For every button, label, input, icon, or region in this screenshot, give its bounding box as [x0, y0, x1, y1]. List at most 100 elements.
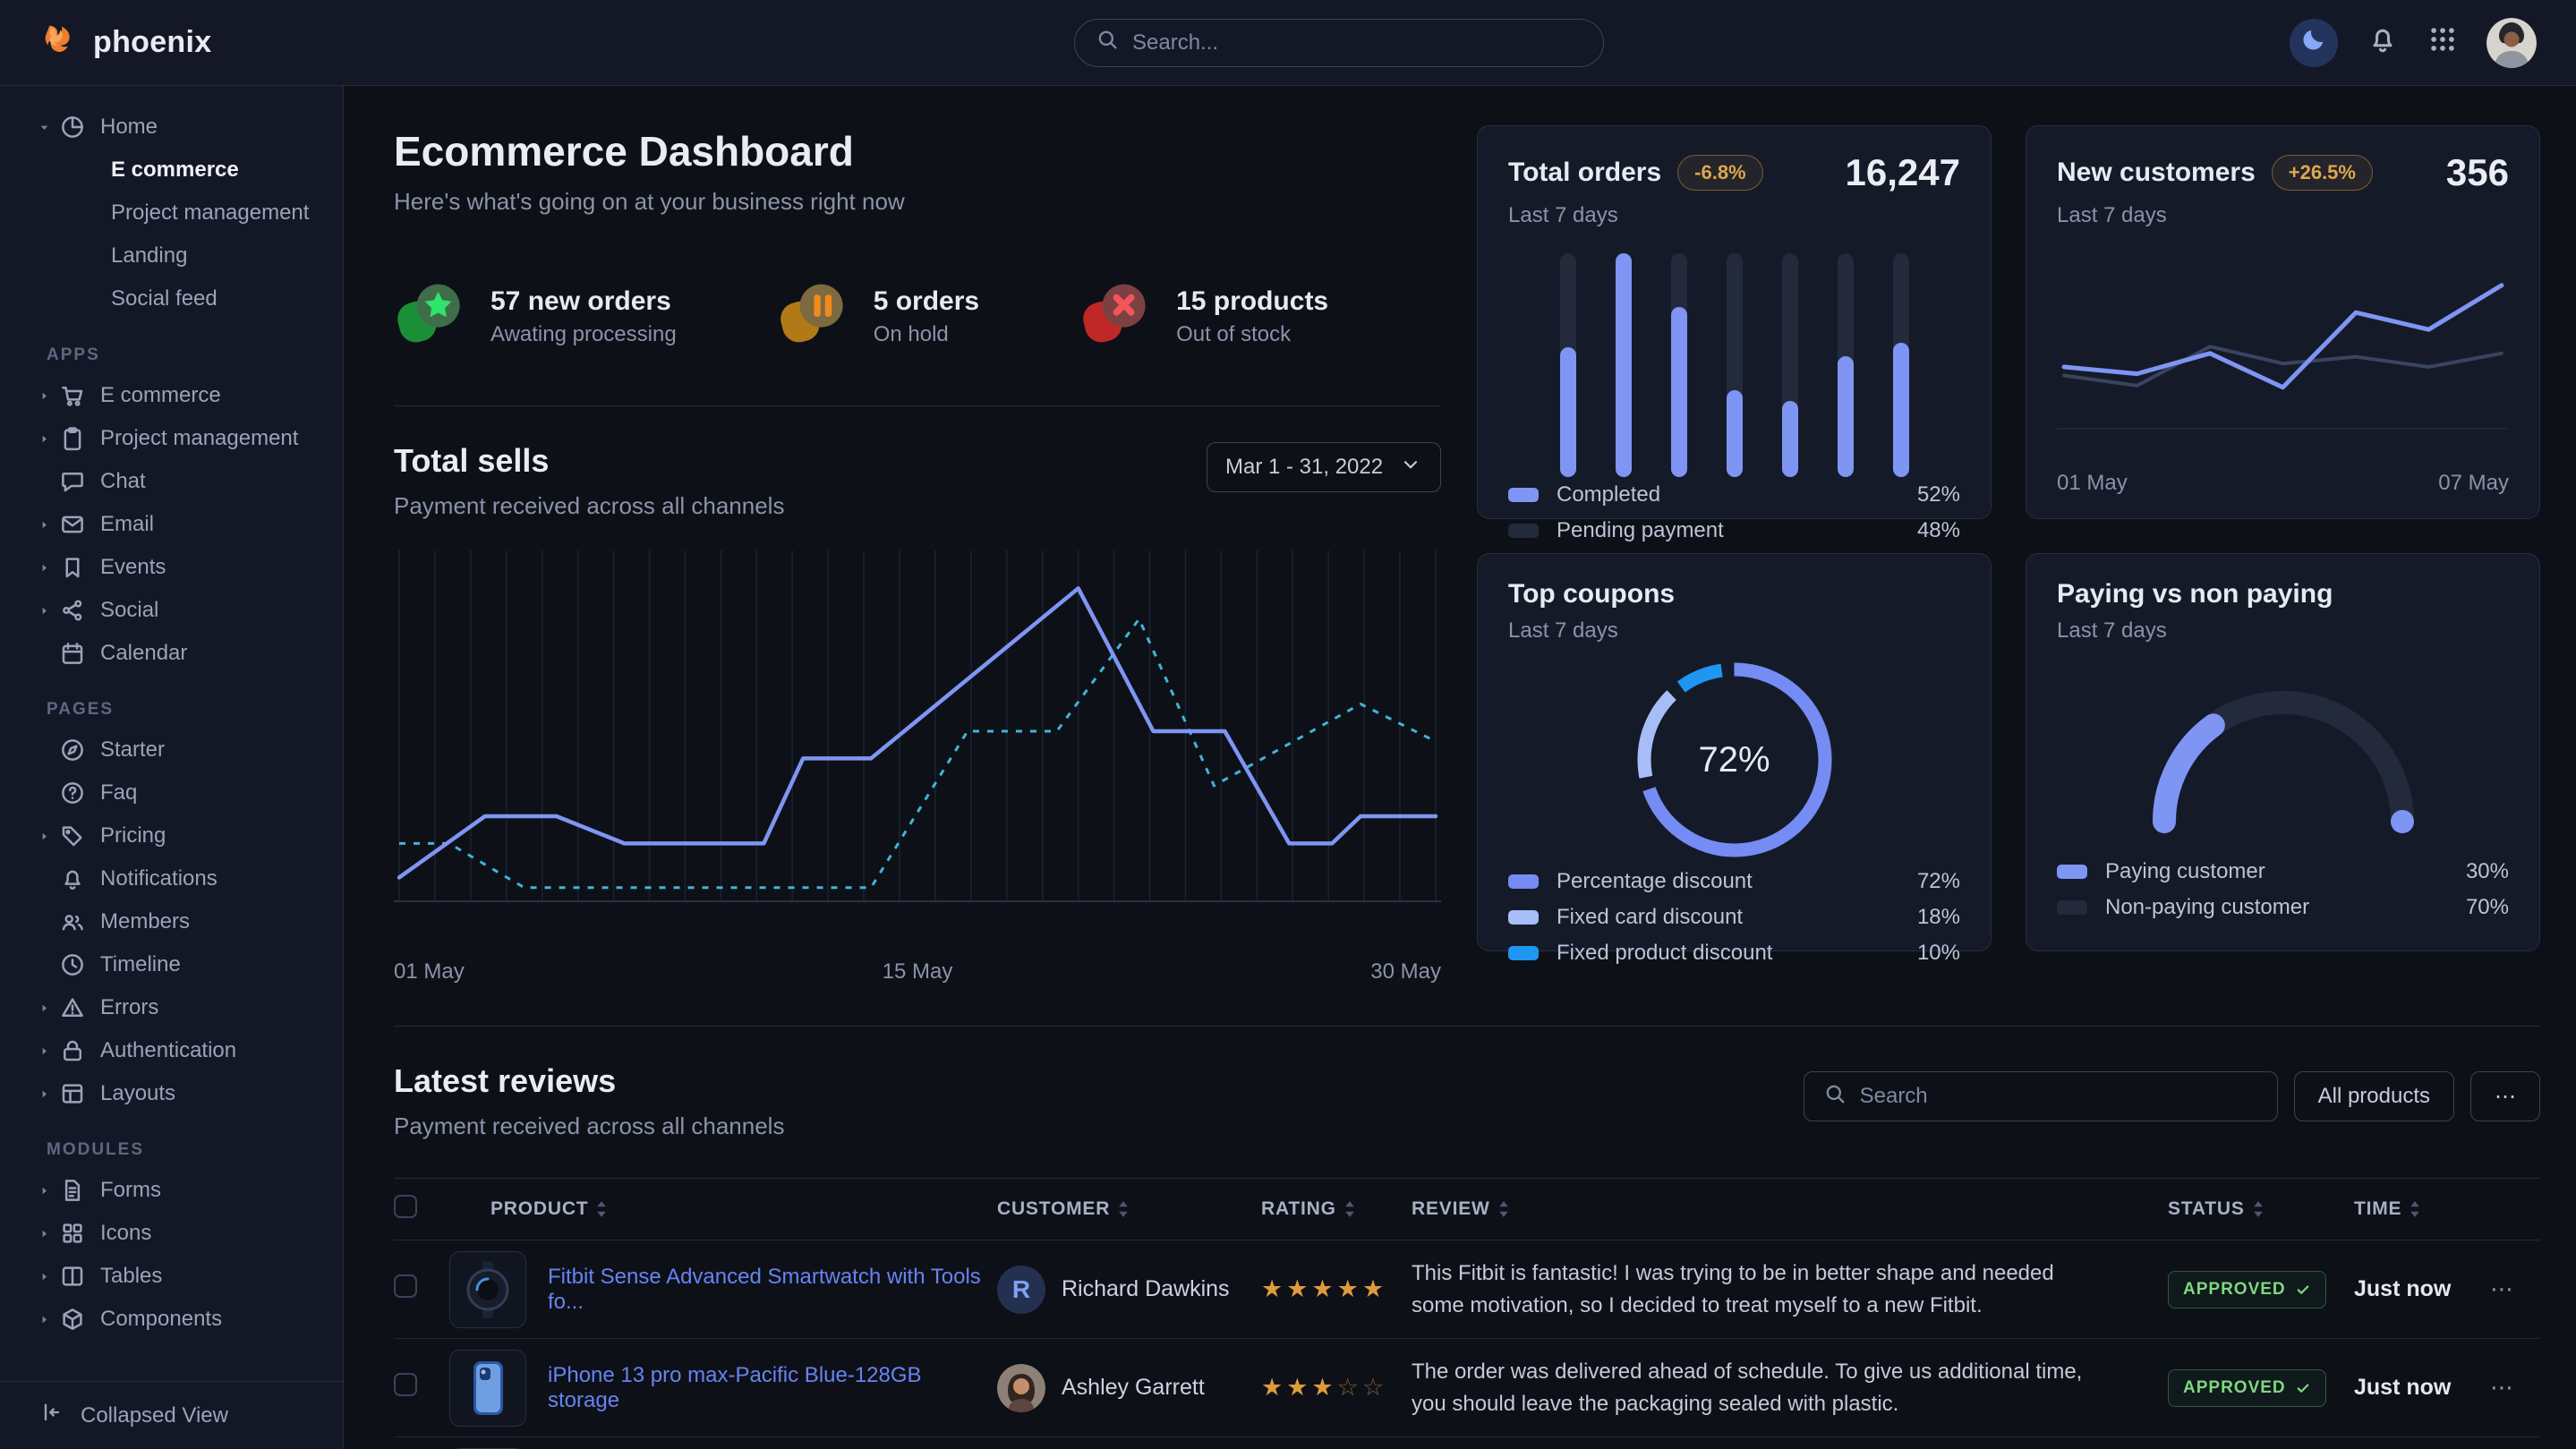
pie-chart-icon — [59, 114, 86, 141]
rating-stars: ★★★☆☆ — [1261, 1374, 1387, 1401]
column-header-customer[interactable]: CUSTOMER — [997, 1198, 1261, 1220]
search-icon — [1095, 27, 1120, 58]
sidebar-item-events[interactable]: Events — [0, 546, 343, 589]
legend-row: Fixed card discount 18% — [1508, 899, 1960, 935]
stat-sublabel: On hold — [874, 322, 979, 347]
collapse-view-button[interactable]: Collapsed View — [0, 1381, 343, 1449]
product-link[interactable]: Fitbit Sense Advanced Smartwatch with To… — [548, 1265, 997, 1315]
legend-value: 18% — [1917, 905, 1960, 930]
new-customers-period: Last 7 days — [2057, 203, 2509, 228]
total-sells-chart: 01 May15 May30 May — [394, 541, 1441, 984]
theme-toggle-button[interactable] — [2290, 19, 2338, 67]
brand-logo[interactable]: phoenix — [39, 19, 211, 66]
sidebar-item-authentication[interactable]: Authentication — [0, 1029, 343, 1072]
order-bar — [1671, 253, 1687, 477]
x-blob-icon — [1079, 278, 1156, 355]
select-all-checkbox[interactable] — [394, 1195, 417, 1218]
tag-icon — [59, 823, 86, 849]
reviews-search-input[interactable] — [1860, 1084, 2259, 1109]
sidebar-item-faq[interactable]: Faq — [0, 771, 343, 814]
customer-name: Richard Dawkins — [1062, 1276, 1230, 1302]
sidebar-item-components[interactable]: Components — [0, 1298, 343, 1341]
row-actions-button[interactable]: ⋯ — [2490, 1275, 2515, 1302]
paying-period: Last 7 days — [2057, 618, 2509, 644]
legend-row: Completed 52% — [1508, 477, 1960, 513]
sidebar-item-home[interactable]: Home — [0, 106, 343, 149]
column-header-product[interactable]: PRODUCT — [449, 1198, 997, 1220]
sidebar-item-label: Faq — [100, 780, 137, 805]
row-actions-button[interactable]: ⋯ — [2490, 1374, 2515, 1401]
apps-menu-button[interactable] — [2427, 24, 2458, 61]
caret-right-icon — [38, 1044, 59, 1058]
column-header-rating[interactable]: RATING — [1261, 1198, 1412, 1220]
sidebar-item-project-management[interactable]: Project management — [0, 417, 343, 460]
legend-swatch — [1508, 910, 1539, 925]
sidebar-item-layouts[interactable]: Layouts — [0, 1072, 343, 1115]
stat-sublabel: Out of stock — [1176, 322, 1328, 347]
sidebar-subitem-e-commerce[interactable]: E commerce — [0, 149, 343, 192]
all-products-button[interactable]: All products — [2294, 1071, 2454, 1121]
sidebar-item-social[interactable]: Social — [0, 589, 343, 632]
global-search[interactable] — [1074, 19, 1604, 67]
main-content: Ecommerce Dashboard Here's what's going … — [344, 86, 2576, 1449]
lock-icon — [59, 1037, 86, 1064]
collapse-view-label: Collapsed View — [81, 1403, 228, 1428]
order-bar — [1782, 253, 1798, 477]
sidebar-item-errors[interactable]: Errors — [0, 986, 343, 1029]
row-checkbox[interactable] — [394, 1274, 417, 1298]
date-range-select[interactable]: Mar 1 - 31, 2022 — [1207, 442, 1441, 492]
sidebar-item-forms[interactable]: Forms — [0, 1169, 343, 1212]
product-link[interactable]: iPhone 13 pro max-Pacific Blue-128GB sto… — [548, 1363, 997, 1413]
sidebar-item-starter[interactable]: Starter — [0, 729, 343, 771]
top-coupons-card: Top coupons Last 7 days 72% Percentage d… — [1477, 553, 1992, 951]
column-header-time[interactable]: TIME — [2354, 1198, 2490, 1220]
column-header-status[interactable]: STATUS — [2168, 1198, 2354, 1220]
sidebar-item-label: Authentication — [100, 1038, 236, 1063]
sidebar-item-timeline[interactable]: Timeline — [0, 943, 343, 986]
user-avatar[interactable] — [2486, 18, 2537, 68]
sidebar-item-calendar[interactable]: Calendar — [0, 632, 343, 675]
reviews-more-button[interactable]: ⋯ — [2470, 1071, 2540, 1121]
reviews-search[interactable] — [1804, 1071, 2278, 1121]
sidebar-item-email[interactable]: Email — [0, 503, 343, 546]
x-axis-label: 15 May — [883, 959, 953, 984]
sidebar-subitem-project-management[interactable]: Project management — [0, 192, 343, 234]
coupons-legend: Percentage discount 72% Fixed card disco… — [1508, 864, 1960, 971]
total-sells-title: Total sells — [394, 442, 784, 480]
sidebar-item-pricing[interactable]: Pricing — [0, 814, 343, 857]
sidebar-item-e-commerce[interactable]: E commerce — [0, 374, 343, 417]
sidebar-item-label: Timeline — [100, 952, 181, 977]
phoenix-flame-icon — [39, 19, 81, 66]
sidebar-item-members[interactable]: Members — [0, 900, 343, 943]
sidebar-item-tables[interactable]: Tables — [0, 1255, 343, 1298]
sidebar-subitem-landing[interactable]: Landing — [0, 234, 343, 277]
search-icon — [1822, 1081, 1847, 1112]
file-icon — [59, 1177, 86, 1204]
sidebar-item-label: Components — [100, 1307, 222, 1332]
paying-legend: Paying customer 30% Non-paying customer … — [2057, 854, 2509, 925]
sidebar-item-label: Home — [100, 115, 158, 140]
column-header-review[interactable]: REVIEW — [1412, 1198, 2168, 1220]
sidebar-item-chat[interactable]: Chat — [0, 460, 343, 503]
sidebar-item-label: Icons — [100, 1221, 151, 1246]
sidebar-subitem-social-feed[interactable]: Social feed — [0, 277, 343, 320]
caret-right-icon — [38, 561, 59, 575]
paying-card: Paying vs non paying Last 7 days Paying … — [2026, 553, 2540, 951]
sidebar-item-notifications[interactable]: Notifications — [0, 857, 343, 900]
sidebar-item-label: Calendar — [100, 641, 187, 666]
sidebar-item-label: Events — [100, 555, 166, 580]
row-checkbox[interactable] — [394, 1373, 417, 1396]
sidebar-section-label: PAGES — [47, 700, 343, 720]
alert-icon — [59, 994, 86, 1021]
legend-label: Completed — [1557, 482, 1660, 507]
notifications-button[interactable] — [2367, 23, 2399, 62]
caret-right-icon — [38, 830, 59, 843]
brand-name: phoenix — [93, 25, 211, 60]
global-search-input[interactable] — [1132, 30, 1583, 55]
legend-label: Paying customer — [2105, 859, 2265, 884]
clock-icon — [59, 951, 86, 978]
sidebar-item-icons[interactable]: Icons — [0, 1212, 343, 1255]
table-row — [394, 1437, 2540, 1449]
stat-item: 57 new orders Awating processing — [394, 278, 677, 355]
sidebar-item-label: Notifications — [100, 866, 218, 891]
